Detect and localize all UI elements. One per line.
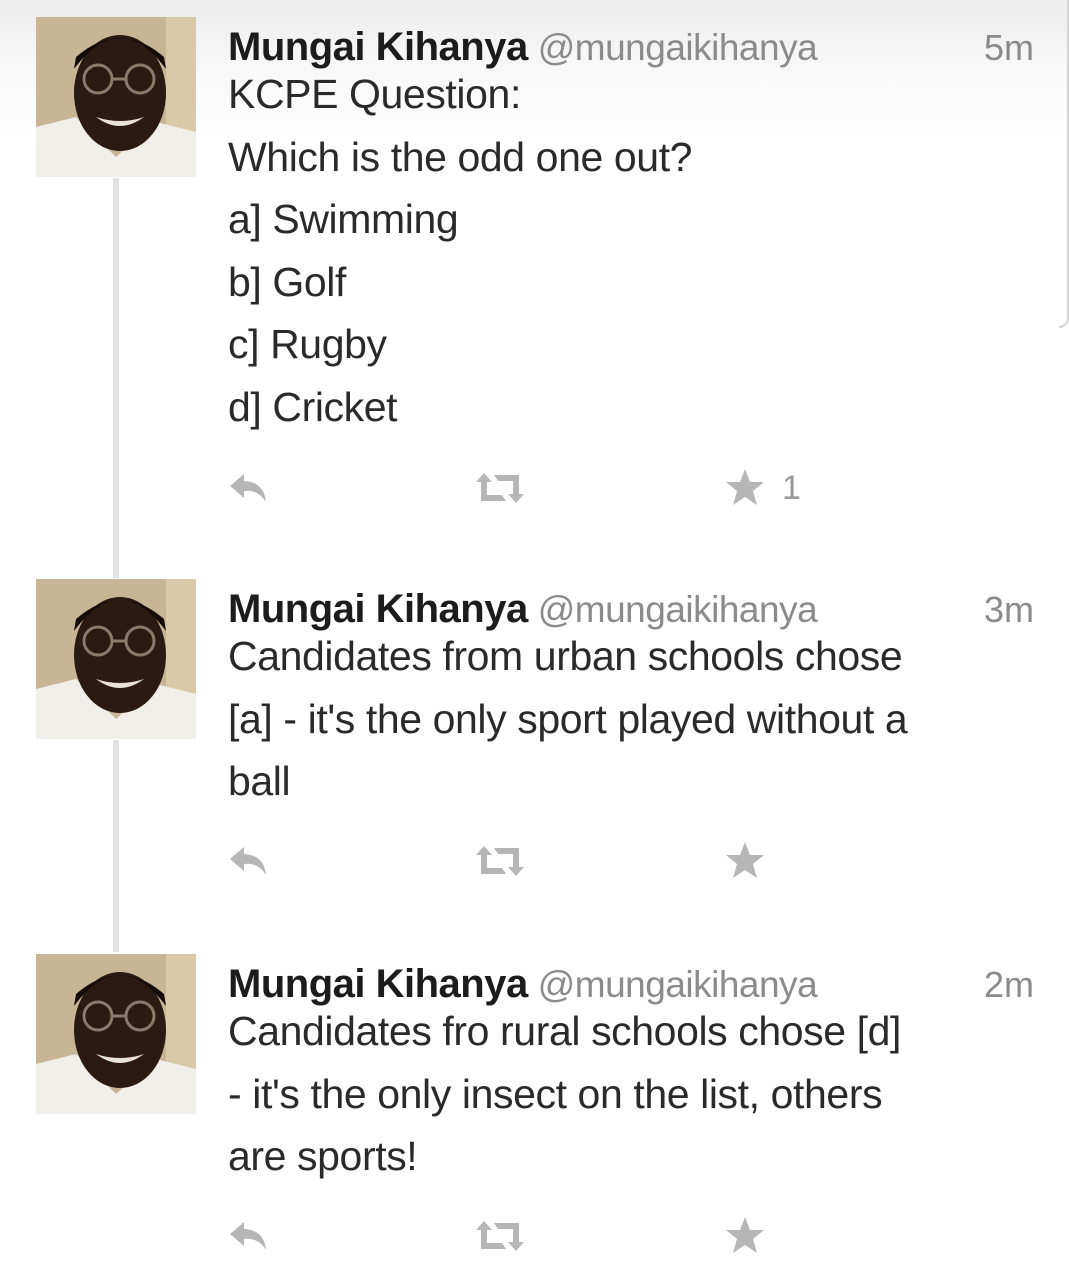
tweet-text-line: ball	[228, 758, 291, 804]
retweet-icon	[476, 846, 524, 876]
star-icon	[726, 469, 764, 505]
avatar-image	[36, 17, 196, 177]
thread-connector-line	[113, 178, 119, 578]
author-handle[interactable]: @mungaikihanya	[538, 27, 818, 68]
retweet-icon	[476, 1221, 524, 1251]
star-icon	[726, 1217, 764, 1253]
tweet-actions	[0, 1216, 1069, 1256]
tweet-text-line: d] Cricket	[228, 383, 398, 430]
reply-button[interactable]	[228, 1216, 270, 1256]
favorite-count: 1	[782, 469, 801, 507]
reply-arrow-icon	[230, 1222, 266, 1250]
tweet-text-line: KCPE Question:	[228, 71, 521, 117]
tweet-text-line: a] Swimming	[228, 196, 459, 242]
reply-button[interactable]	[228, 468, 270, 508]
tweet-text-line: Candidates from urban schools chose	[228, 633, 903, 679]
tweet-text-line: Which is the odd one out?	[228, 133, 693, 180]
avatar-image	[36, 579, 196, 739]
timeline: Mungai Kihanya @mungaikihanya 5m KCPE Que…	[0, 0, 1069, 1280]
scroll-indicator	[1059, 0, 1069, 328]
author-handle[interactable]: @mungaikihanya	[538, 589, 818, 630]
avatar-image	[36, 954, 196, 1114]
favorite-button[interactable]: 1	[724, 468, 801, 508]
retweet-button[interactable]	[472, 468, 528, 508]
avatar[interactable]	[36, 954, 196, 1114]
favorite-button[interactable]	[724, 841, 782, 881]
tweet-text-line: c] Rugby	[228, 321, 387, 367]
reply-button[interactable]	[228, 841, 270, 881]
avatar[interactable]	[36, 17, 196, 177]
tweet-actions: 1	[0, 468, 1069, 508]
tweet-text-line: [a] - it's the only sport played without…	[228, 695, 908, 742]
star-icon	[726, 842, 764, 878]
tweet-text: Candidates fro rural schools chose [d] -…	[228, 1000, 1048, 1188]
reply-arrow-icon	[230, 474, 266, 502]
author-handle[interactable]: @mungaikihanya	[538, 964, 818, 1005]
avatar[interactable]	[36, 579, 196, 739]
tweet-text-line: Candidates fro rural schools chose [d]	[228, 1008, 902, 1054]
retweet-icon	[476, 473, 524, 503]
retweet-button[interactable]	[472, 1216, 528, 1256]
tweet-actions	[0, 841, 1069, 881]
tweet-text: Candidates from urban schools chose [a] …	[228, 625, 1048, 813]
tweet-text-line: are sports!	[228, 1133, 418, 1179]
favorite-button[interactable]	[724, 1216, 782, 1256]
tweet-text-line: b] Golf	[228, 258, 346, 305]
retweet-button[interactable]	[472, 841, 528, 881]
tweet-text: KCPE Question: Which is the odd one out?…	[228, 63, 1048, 438]
tweet-text-line: - it's the only insect on the list, othe…	[228, 1070, 883, 1117]
reply-arrow-icon	[230, 847, 266, 875]
